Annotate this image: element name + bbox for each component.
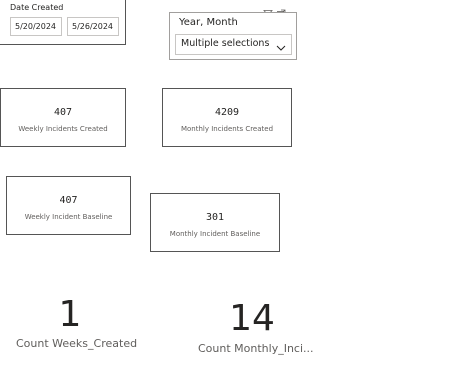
end-date-input[interactable]: 5/26/2024	[67, 17, 119, 36]
card-weekly-incidents-created: 407 Weekly Incidents Created	[0, 88, 126, 147]
count-weeks-label: Count Weeks_Created	[16, 337, 138, 350]
card-value: 301	[205, 212, 225, 223]
count-monthly-label: Count Monthly_Inci...	[198, 342, 314, 355]
card-label: Weekly Incidents Created	[18, 125, 108, 133]
card-value: 407	[59, 195, 78, 206]
card-label: Monthly Incident Baseline	[169, 230, 261, 238]
start-date-input[interactable]: 5/20/2024	[10, 17, 62, 36]
card-monthly-incidents-created: 4209 Monthly Incidents Created	[162, 88, 292, 147]
count-weeks-value: 1	[58, 294, 82, 335]
year-month-slicer: Year, Month Multiple selections	[169, 12, 297, 60]
card-weekly-incident-baseline: 407 Weekly Incident Baseline	[6, 176, 131, 235]
date-created-slicer: Date Created 5/20/2024 5/26/2024	[0, 0, 126, 45]
year-month-dropdown[interactable]: Multiple selections	[175, 34, 292, 55]
card-value: 4209	[214, 107, 240, 118]
date-slicer-title: Date Created	[10, 3, 64, 12]
dropdown-value: Multiple selections	[181, 38, 270, 49]
count-monthly-value: 14	[229, 298, 275, 339]
card-label: Monthly Incidents Created	[180, 125, 274, 133]
card-value: 407	[53, 107, 73, 118]
chevron-down-icon	[275, 39, 287, 51]
card-label: Weekly Incident Baseline	[24, 213, 113, 221]
year-month-title: Year, Month	[179, 17, 238, 28]
card-monthly-incident-baseline: 301 Monthly Incident Baseline	[150, 193, 280, 252]
